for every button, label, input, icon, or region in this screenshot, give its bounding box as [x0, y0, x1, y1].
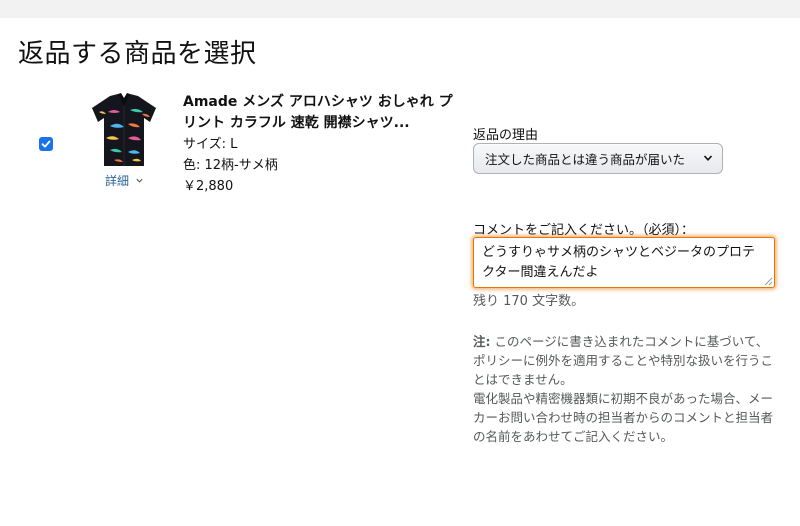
aloha-shirt-image[interactable]: [88, 92, 160, 168]
resize-grip-icon[interactable]: [764, 277, 773, 286]
remaining-char-count: 残り 170 文字数。: [473, 294, 585, 309]
comment-textarea[interactable]: どうすりゃサメ柄のシャツとベジータのプロテクター間違えんだよ: [473, 237, 775, 288]
product-info: Amade メンズ アロハシャツ おしゃれ プリント カラフル 速乾 開襟シャツ…: [183, 92, 453, 197]
chevron-down-icon: [703, 155, 713, 161]
checkmark-icon: [41, 140, 51, 148]
details-toggle[interactable]: 詳細: [105, 172, 144, 189]
details-label: 詳細: [105, 174, 130, 188]
product-price: ￥2,880: [183, 179, 234, 194]
product-title[interactable]: Amade メンズ アロハシャツ おしゃれ プリント カラフル 速乾 開襟シャツ…: [183, 92, 453, 134]
page-title: 返品する商品を選択: [18, 39, 257, 69]
reason-label: 返品の理由: [473, 128, 539, 143]
reason-selected-value: 注文した商品とは違う商品が届いた: [485, 152, 686, 167]
product-select-checkbox[interactable]: [39, 137, 53, 151]
note-text-1: このページに書き込まれたコメントに基づいて、ポリシーに例外を適用することや特別な…: [473, 334, 774, 387]
note-text-2: 電化製品や精密機器類に初期不良があった場合、メーカーお問い合わせ時の担当者からの…: [473, 391, 774, 444]
comment-label: コメントをご記入ください。（必須）：: [473, 223, 695, 238]
chevron-down-icon: [136, 178, 143, 183]
product-color: 色: 12柄-サメ柄: [183, 158, 278, 173]
reason-dropdown[interactable]: 注文した商品とは違う商品が届いた: [473, 143, 723, 174]
policy-note: 注: このページに書き込まれたコメントに基づいて、ポリシーに例外を適用することや…: [473, 332, 778, 446]
note-prefix: 注:: [473, 334, 491, 349]
top-bar: [0, 0, 800, 18]
product-size: サイズ: L: [183, 137, 238, 152]
